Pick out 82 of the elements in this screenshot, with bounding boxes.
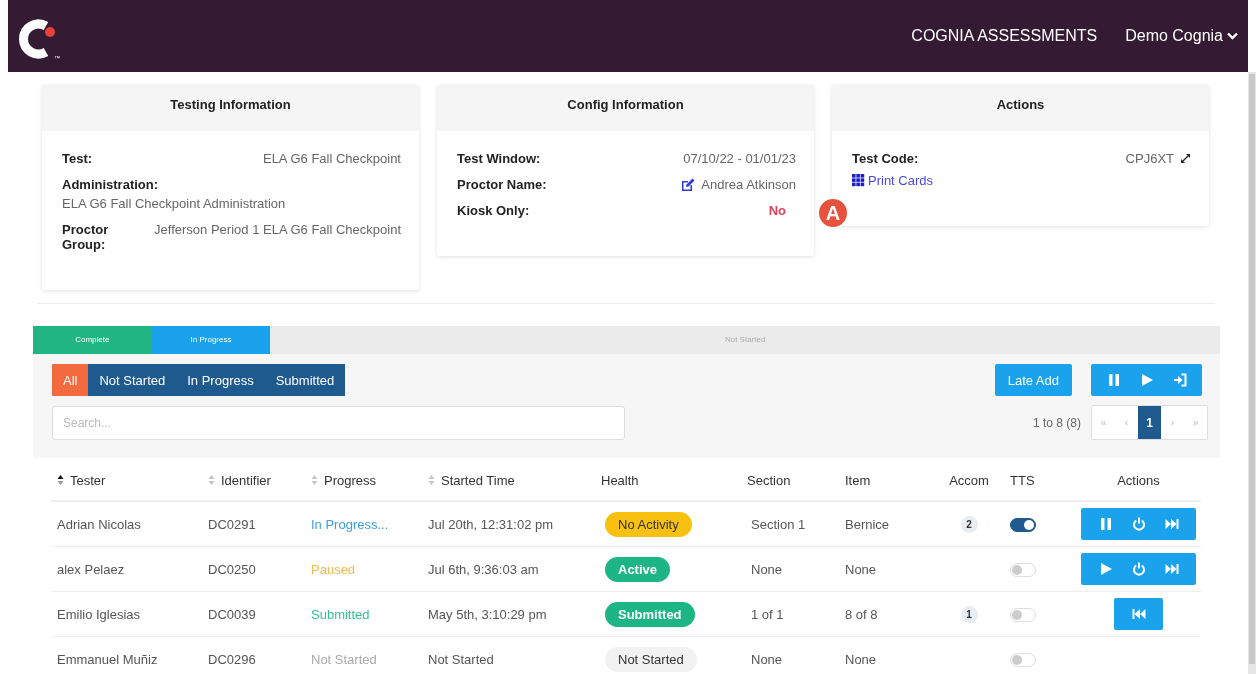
page-button[interactable]: 1 xyxy=(1138,406,1161,439)
field-value: Andrea Atkinson xyxy=(701,177,796,192)
table-cell: Jul 6th, 9:36:03 am xyxy=(428,561,539,577)
table-cell: May 5th, 3:10:29 pm xyxy=(428,606,547,622)
table-cell: None xyxy=(845,651,877,667)
power-icon xyxy=(1131,517,1146,531)
progress-status: Paused xyxy=(311,561,356,577)
table-cell: 8 of 8 xyxy=(845,606,878,622)
column-header[interactable]: Started Time xyxy=(441,472,515,488)
sign-in-icon xyxy=(1172,373,1187,387)
table-cell: None xyxy=(845,561,877,577)
card-title: Actions xyxy=(832,85,1209,131)
skip-forward-icon xyxy=(1164,562,1179,576)
edit-icon xyxy=(681,177,696,192)
skip-forward-icon xyxy=(1164,517,1179,531)
progress-status: Submitted xyxy=(311,606,370,622)
column-header: Item xyxy=(845,472,871,488)
grid-icon xyxy=(852,174,865,187)
table-cell: Jul 20th, 12:31:02 pm xyxy=(428,516,554,532)
tts-toggle[interactable] xyxy=(1010,517,1036,532)
field-label: Test Window: xyxy=(457,151,541,166)
count-badge: 2 xyxy=(960,515,978,533)
table-cell: None xyxy=(751,651,783,667)
nav-link[interactable]: COGNIA ASSESSMENTS xyxy=(911,27,1098,45)
table-cell: DC0296 xyxy=(208,651,256,667)
progress-status: Not Started xyxy=(311,651,377,667)
progress-segment: In Progress xyxy=(151,326,271,354)
field-value: 07/10/22 - 01/01/23 xyxy=(683,151,796,166)
card-title: Testing Information xyxy=(42,85,419,131)
table-cell: DC0291 xyxy=(208,516,256,532)
table-cell: Emmanuel Muñiz xyxy=(57,651,158,667)
count-badge: 1 xyxy=(960,605,978,623)
column-header[interactable]: Tester xyxy=(70,472,106,488)
table-cell: Not Started xyxy=(428,651,494,667)
scrollbar[interactable] xyxy=(1248,72,1256,674)
table-cell: Emilio Iglesias xyxy=(57,606,141,622)
skip-back-icon xyxy=(1131,607,1146,621)
pause-icon xyxy=(1106,373,1121,387)
field-label: Proctor Group: xyxy=(62,222,110,252)
column-header: TTS xyxy=(1010,472,1035,488)
column-header: Accom xyxy=(949,472,989,488)
health-badge: Active xyxy=(605,556,671,582)
user-menu[interactable]: Demo Cognia xyxy=(1125,27,1238,45)
pause-icon xyxy=(1098,517,1113,531)
power-icon xyxy=(1131,562,1146,576)
field-label: Test Code: xyxy=(852,151,919,166)
field-label: Proctor Name: xyxy=(457,177,547,192)
column-header: Section xyxy=(747,472,791,488)
pagination-summary: 1 to 8 (8) xyxy=(1032,415,1081,430)
field-value: ELA G6 Fall Checkpoint Administration xyxy=(62,196,287,211)
table-cell: alex Pelaez xyxy=(57,561,125,577)
play-icon xyxy=(1139,373,1154,387)
table-cell: 1 of 1 xyxy=(751,606,784,622)
table-cell: None xyxy=(751,561,783,577)
table-cell: Section 1 xyxy=(751,516,806,532)
table-cell: DC0250 xyxy=(208,561,256,577)
test-code: CPJ6XT xyxy=(1125,151,1174,166)
chevron-down-icon xyxy=(1227,32,1238,40)
field-value: ELA G6 Fall Checkpoint xyxy=(262,151,401,166)
table-cell: DC0039 xyxy=(208,606,256,622)
health-badge: No Activity xyxy=(605,511,692,537)
field-label: Test: xyxy=(62,151,93,166)
column-header: Health xyxy=(601,472,639,488)
search-field[interactable]: Search... xyxy=(52,405,625,440)
field-value: No xyxy=(768,203,786,218)
field-label: Kiosk Only: xyxy=(457,203,530,218)
print-cards-link[interactable]: Print Cards xyxy=(852,173,1191,188)
health-badge: Submitted xyxy=(605,601,695,627)
card-title: Config Information xyxy=(437,85,814,131)
field-value: Jefferson Period 1 ELA G6 Fall Checkpoint xyxy=(154,222,401,239)
progress-segment: Complete xyxy=(33,326,152,354)
column-header[interactable]: Progress xyxy=(324,472,377,488)
expand-icon xyxy=(1180,153,1191,164)
field-label: Administration: xyxy=(62,177,160,192)
health-badge: Not Started xyxy=(605,646,697,672)
callout-badge: A xyxy=(817,197,849,229)
table-cell: Bernice xyxy=(845,516,890,532)
column-header[interactable]: Identifier xyxy=(221,472,271,488)
table-cell: Adrian Nicolas xyxy=(57,516,141,532)
play-icon xyxy=(1098,562,1113,576)
progress-status: In Progress... xyxy=(311,516,389,532)
column-header: Actions xyxy=(1117,472,1160,488)
